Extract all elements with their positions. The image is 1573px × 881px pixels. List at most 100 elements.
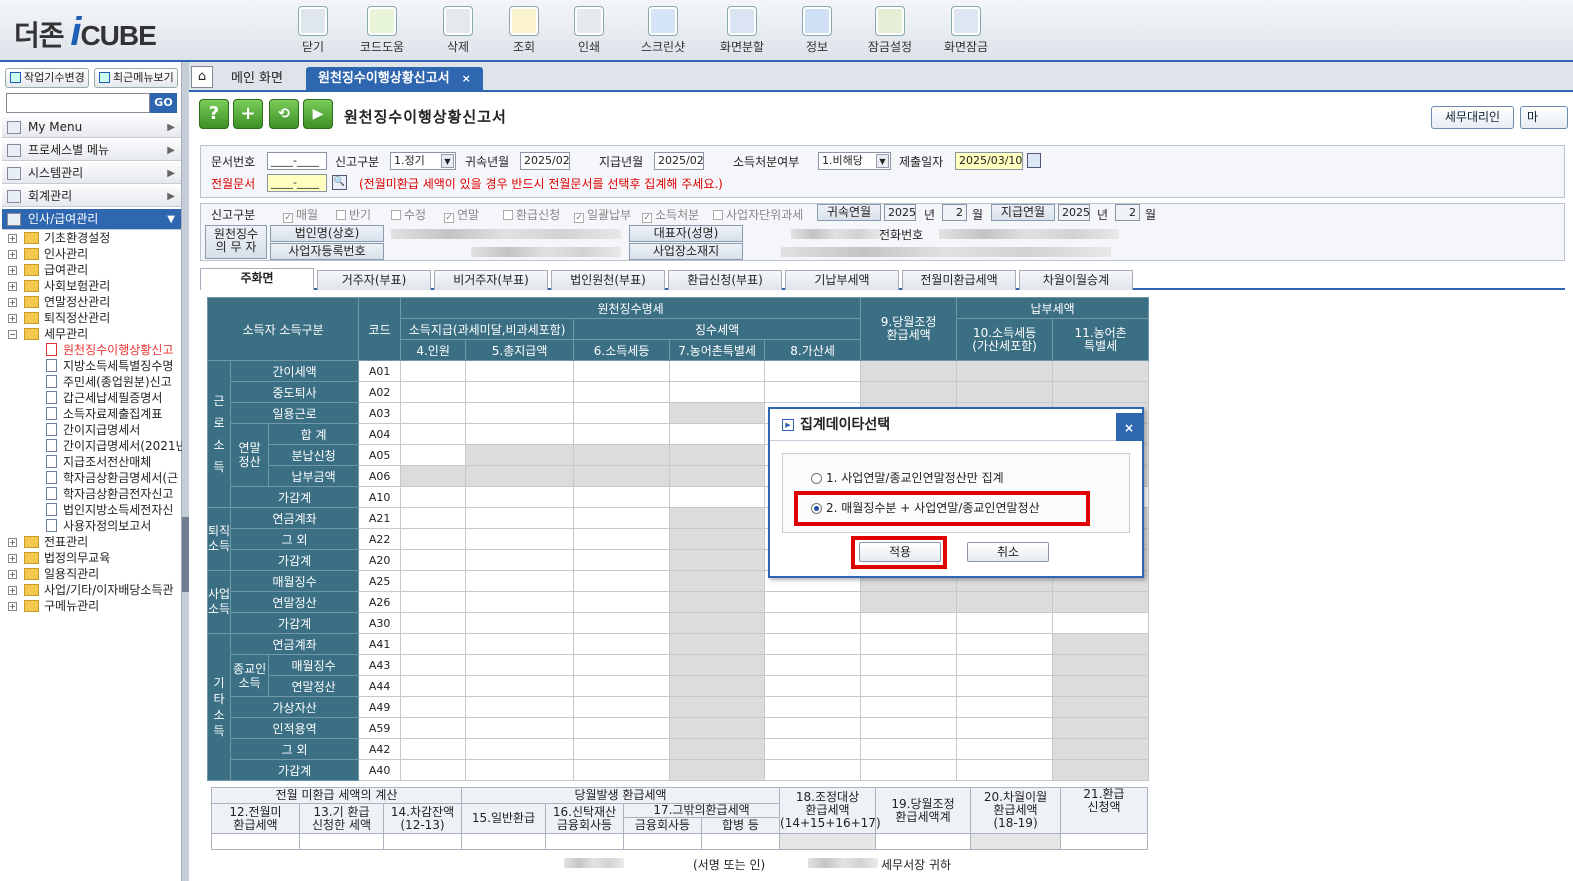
belong-year-field[interactable]: 2025 xyxy=(884,204,916,221)
grid-value-cell[interactable] xyxy=(860,612,958,634)
submit-date-field[interactable]: 2025/03/10 xyxy=(955,152,1023,170)
grid-value-cell[interactable] xyxy=(400,612,467,634)
grid-value-cell[interactable] xyxy=(764,696,862,718)
refund-value-cell[interactable] xyxy=(1060,833,1149,850)
tree-item[interactable]: + 전표관리 xyxy=(0,534,182,550)
grid-value-cell[interactable] xyxy=(573,507,671,529)
grid-value-cell[interactable] xyxy=(573,654,671,676)
grid-value-cell[interactable] xyxy=(465,360,575,382)
refund-value-cell[interactable] xyxy=(299,833,384,850)
grid-value-cell[interactable] xyxy=(465,591,575,613)
tree-item[interactable]: + 기초환경설정 xyxy=(0,230,182,246)
grid-value-cell[interactable] xyxy=(465,381,575,403)
calendar-icon[interactable] xyxy=(1027,153,1041,168)
grid-value-cell[interactable] xyxy=(400,570,467,592)
toolbar-screenshot-button[interactable]: 스크린샷 xyxy=(631,6,695,55)
more-button[interactable]: 마 xyxy=(1520,106,1568,129)
grid-value-cell[interactable] xyxy=(860,696,958,718)
grid-value-cell[interactable] xyxy=(573,486,671,508)
tree-item[interactable]: 소득자료제출집계표 xyxy=(0,406,182,422)
grid-value-cell[interactable] xyxy=(764,738,862,760)
grid-value-cell[interactable] xyxy=(400,696,467,718)
grid-value-cell[interactable] xyxy=(465,423,575,445)
pay-year-field[interactable]: 2025 xyxy=(1058,204,1090,221)
grid-value-cell[interactable] xyxy=(465,675,575,697)
play-icon[interactable]: ▶ xyxy=(303,99,333,129)
refund-value-cell[interactable] xyxy=(700,833,781,850)
tree-item[interactable]: + 인사관리 xyxy=(0,246,182,262)
grid-value-cell[interactable] xyxy=(764,591,862,613)
report-flag-checkbox[interactable]: 반기 xyxy=(336,206,371,223)
menu-search-input[interactable] xyxy=(6,93,150,113)
grid-value-cell[interactable] xyxy=(1052,612,1150,634)
go-button[interactable]: GO xyxy=(150,93,177,113)
subtab-3[interactable]: 법인원천(부표) xyxy=(551,270,665,290)
grid-value-cell[interactable] xyxy=(573,528,671,550)
grid-value-cell[interactable] xyxy=(764,759,862,781)
report-flag-checkbox[interactable]: ✓ 매월 xyxy=(283,206,318,223)
tree-item[interactable]: + 사회보험관리 xyxy=(0,278,182,294)
expand-icon[interactable]: + xyxy=(8,234,17,243)
tree-item[interactable]: 주민세(종업원분)신고 xyxy=(0,374,182,390)
refund-value-cell[interactable] xyxy=(461,833,546,850)
grid-value-cell[interactable] xyxy=(956,612,1054,634)
grid-value-cell[interactable] xyxy=(764,633,862,655)
grid-value-cell[interactable] xyxy=(956,675,1054,697)
toolbar-close-window-button[interactable]: 닫기 xyxy=(281,6,345,55)
subtab-0[interactable]: 주화면 xyxy=(200,268,314,290)
report-flag-checkbox[interactable]: ✓ 일괄납부 xyxy=(574,206,631,223)
refund-value-cell[interactable] xyxy=(875,833,972,850)
tree-item[interactable]: 학자금상환금전자신고 xyxy=(0,486,182,502)
subtab-6[interactable]: 전월미환급세액 xyxy=(902,270,1016,290)
refund-value-cell[interactable] xyxy=(211,833,300,850)
toolbar-print-button[interactable]: 인쇄 xyxy=(557,6,621,55)
dispose-select[interactable]: 1.비해당 ▼ xyxy=(818,152,891,170)
expand-icon[interactable]: + xyxy=(8,586,17,595)
refund-value-cell[interactable] xyxy=(779,833,877,850)
grid-value-cell[interactable] xyxy=(764,381,862,403)
grid-value-cell[interactable] xyxy=(573,423,671,445)
menu-item-0[interactable]: My Menu ▶ xyxy=(2,117,181,138)
grid-value-cell[interactable] xyxy=(400,633,467,655)
tree-item[interactable]: 지급조서전산매체 xyxy=(0,454,182,470)
grid-value-cell[interactable] xyxy=(400,507,467,529)
report-flag-checkbox[interactable]: ✓ 연말 xyxy=(444,206,479,223)
expand-icon[interactable]: + xyxy=(8,602,17,611)
report-type-select[interactable]: 1.정기 ▼ xyxy=(390,152,456,170)
grid-value-cell[interactable] xyxy=(465,633,575,655)
grid-value-cell[interactable] xyxy=(400,360,467,382)
grid-value-cell[interactable] xyxy=(465,402,575,424)
toolbar-screen-lock-button[interactable]: 화면잠금 xyxy=(934,6,998,55)
grid-value-cell[interactable] xyxy=(573,570,671,592)
tree-item[interactable]: + 일용직관리 xyxy=(0,566,182,582)
grid-value-cell[interactable] xyxy=(400,591,467,613)
grid-value-cell[interactable] xyxy=(465,612,575,634)
grid-value-cell[interactable] xyxy=(573,360,671,382)
grid-value-cell[interactable] xyxy=(465,507,575,529)
report-flag-checkbox[interactable]: 사업자단위과세 xyxy=(713,206,803,223)
grid-value-cell[interactable] xyxy=(400,717,467,739)
subtab-4[interactable]: 환급신청(부표) xyxy=(668,270,782,290)
grid-value-cell[interactable] xyxy=(573,759,671,781)
toolbar-delete-button[interactable]: 삭제 xyxy=(426,6,490,55)
menu-item-4[interactable]: 인사/급여관리 ▼ xyxy=(2,209,181,230)
grid-value-cell[interactable] xyxy=(573,612,671,634)
tree-item[interactable]: 간이지급명세서(2021년 xyxy=(0,438,182,454)
pane-splitter[interactable] xyxy=(182,62,189,881)
grid-value-cell[interactable] xyxy=(956,696,1054,718)
toolbar-search-button[interactable]: 조회 xyxy=(492,6,556,55)
splitter-grip[interactable] xyxy=(182,517,189,592)
expand-icon[interactable]: + xyxy=(8,266,17,275)
grid-value-cell[interactable] xyxy=(860,654,958,676)
collapse-icon[interactable]: − xyxy=(8,330,17,339)
grid-value-cell[interactable] xyxy=(400,549,467,571)
grid-value-cell[interactable] xyxy=(400,528,467,550)
menu-item-1[interactable]: 프로세스별 메뉴 ▶ xyxy=(2,140,181,161)
expand-icon[interactable]: + xyxy=(8,314,17,323)
pay-month-field[interactable]: 2025/02▲▼ xyxy=(654,152,704,170)
grid-value-cell[interactable] xyxy=(956,654,1054,676)
grid-value-cell[interactable] xyxy=(764,717,862,739)
grid-value-cell[interactable] xyxy=(669,486,766,508)
belong-month-num[interactable]: 2 xyxy=(942,204,967,221)
grid-value-cell[interactable] xyxy=(400,402,467,424)
